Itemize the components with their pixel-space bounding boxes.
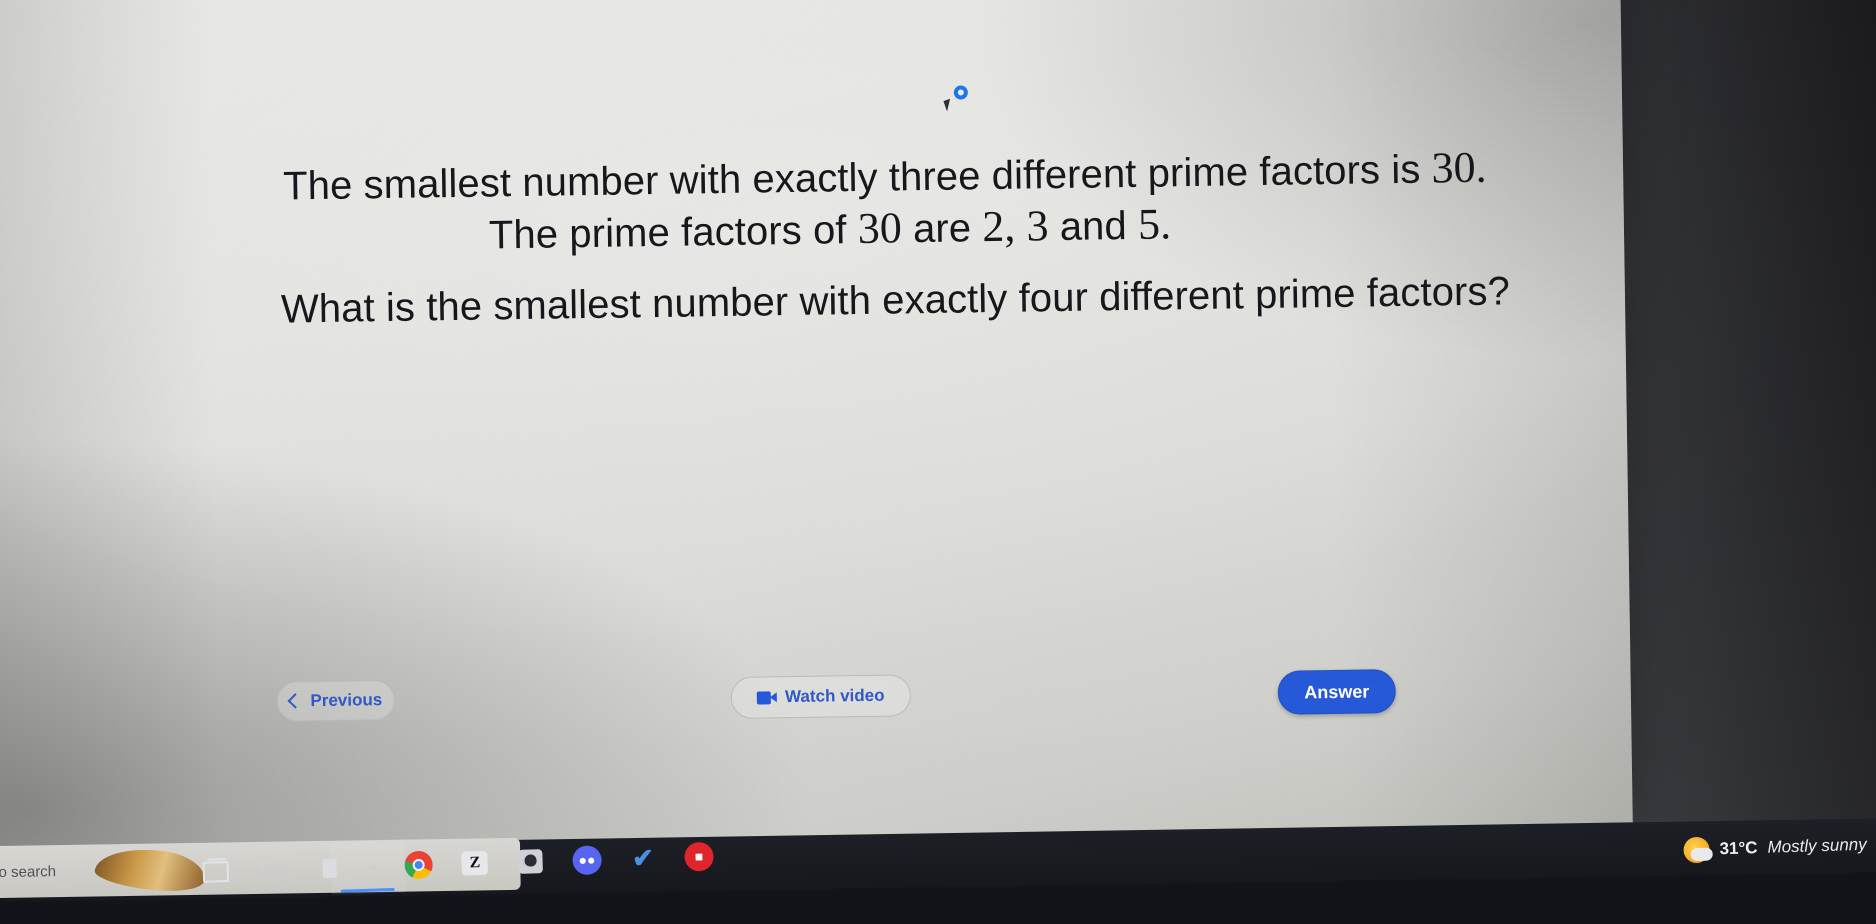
previous-button-label: Previous xyxy=(310,690,383,711)
sun-cloud-icon xyxy=(1682,836,1710,864)
loading-spinner-icon xyxy=(953,85,968,100)
weather-condition: Mostly sunny xyxy=(1767,834,1867,857)
taskbar-weather-widget[interactable]: 31°C Mostly sunny xyxy=(1682,825,1867,871)
answer-button-label: Answer xyxy=(1304,680,1370,702)
video-camera-icon xyxy=(756,690,778,705)
question-line-3: What is the smallest number with exactly… xyxy=(280,269,1511,332)
question-line-2-number-3: 3 xyxy=(1026,201,1049,251)
checkmark-icon[interactable]: ✔ xyxy=(627,842,658,873)
question-line-2-and: and xyxy=(1048,203,1139,250)
question-line-1-period: . xyxy=(1475,142,1487,192)
chevron-left-icon xyxy=(287,692,303,709)
watch-video-button-label: Watch video xyxy=(784,685,885,707)
task-view-icon[interactable] xyxy=(200,856,231,887)
zotero-icon[interactable]: Z xyxy=(460,848,491,879)
taskbar-search-text: to search xyxy=(0,862,57,881)
question-line-2: The prime factors of 30 are 2, 3 and 5. xyxy=(489,198,1172,259)
question-line-2-number-30: 30 xyxy=(857,203,903,254)
screen-photo: The smallest number with exactly three d… xyxy=(0,0,1876,924)
display-panel: The smallest number with exactly three d… xyxy=(0,0,1633,854)
app-bell-icon[interactable] xyxy=(516,846,547,877)
question-line-2-are: are xyxy=(901,206,983,252)
windows-taskbar: to search Links » Z ●● ✔ ■ 31°C Mostly s… xyxy=(0,818,1876,924)
question-line-2-prefix: The prime factors of xyxy=(488,208,859,258)
document-icon[interactable] xyxy=(314,852,345,883)
answer-button[interactable]: Answer xyxy=(1277,669,1397,715)
question-line-2-number-2: 2, xyxy=(981,201,1016,252)
discord-icon[interactable]: ●● xyxy=(571,844,602,875)
watch-video-button[interactable]: Watch video xyxy=(730,674,912,719)
overflow-chevron-icon[interactable]: » xyxy=(370,859,378,874)
links-label[interactable]: Links xyxy=(256,862,288,878)
question-line-1: The smallest number with exactly three d… xyxy=(283,142,1487,211)
question-line-1-text: The smallest number with exactly three d… xyxy=(282,147,1432,209)
weather-temperature: 31°C xyxy=(1719,838,1758,859)
quiz-content: The smallest number with exactly three d… xyxy=(0,0,1632,764)
question-line-2-number-5: 5 xyxy=(1137,199,1161,249)
question-line-2-period: . xyxy=(1159,199,1172,249)
previous-button[interactable]: Previous xyxy=(276,679,396,722)
app-red-icon[interactable]: ■ xyxy=(683,841,714,872)
question-line-1-number: 30 xyxy=(1431,142,1476,193)
chrome-icon[interactable] xyxy=(404,850,435,881)
